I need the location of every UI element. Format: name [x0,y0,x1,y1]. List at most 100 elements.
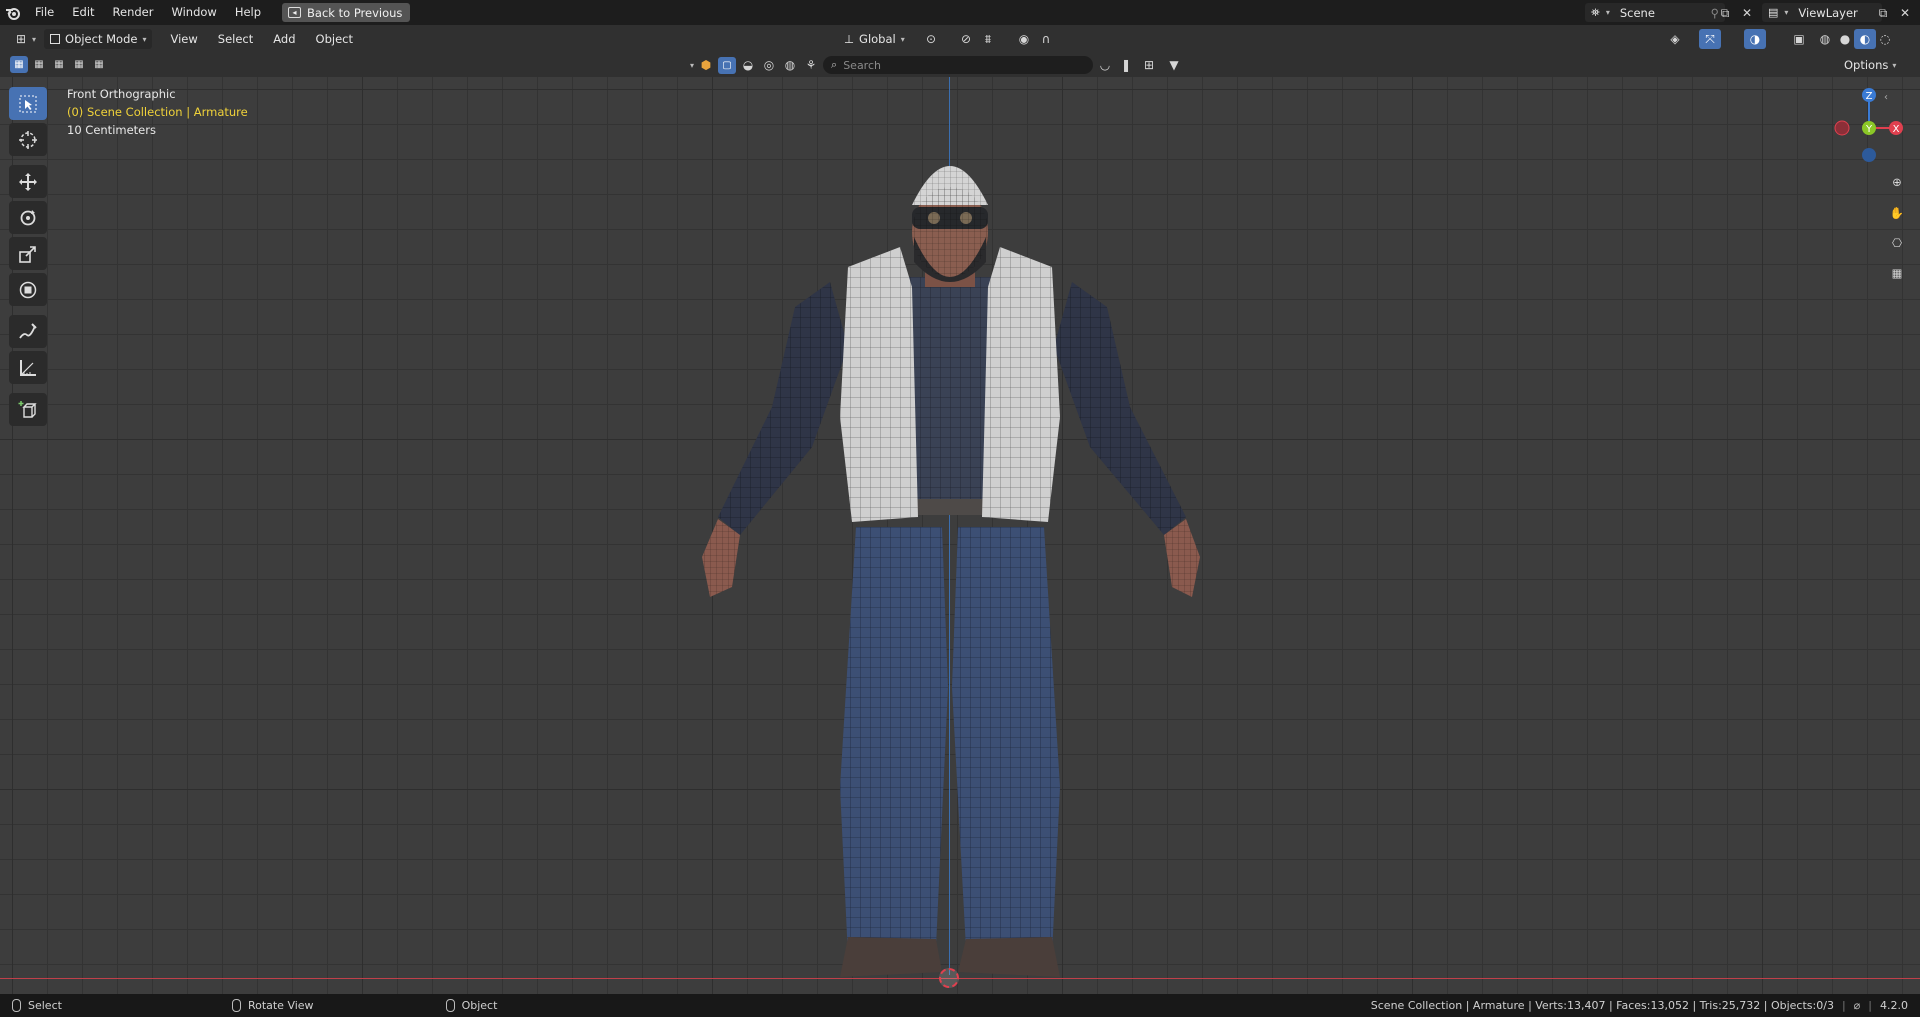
snap-icon[interactable]: ⊘ [955,29,977,49]
new-scene-icon[interactable]: ⧉ [1714,3,1736,23]
mouse-middle-icon [231,999,241,1012]
object-filter-icon[interactable]: ⬢ [697,57,715,74]
filter-world-icon[interactable]: ◍ [781,57,799,74]
options-dropdown[interactable]: Options ▾ [1844,56,1896,74]
sidebar-toggle-icon[interactable]: ‹ [1884,92,1888,103]
measure-ruler-icon [20,359,36,376]
visibility-icon[interactable]: ◈ [1664,29,1686,49]
menu-window[interactable]: Window [162,0,225,25]
pivot-point-icon[interactable]: ⊙ [920,29,942,49]
select-new-icon[interactable]: ▦ [10,56,28,73]
search-icon: ⌕ [831,58,838,71]
chevron-down-icon: ▾ [1605,8,1610,17]
mode-dropdown[interactable]: Object Mode ▾ [44,29,153,49]
select-subtract-icon[interactable]: ▦ [50,56,68,73]
search-input[interactable]: ⌕ Search [823,56,1094,74]
annotate-tool[interactable] [9,315,47,348]
blender-version: 4.2.0 [1880,999,1908,1012]
character-model[interactable] [680,87,1220,987]
scene-name: Scene [1619,5,1655,20]
gizmo-toggle-icon[interactable]: ⤧ [1699,29,1721,49]
collection-path: (0) Scene Collection | Armature [67,105,248,119]
filter-armature-icon[interactable]: ⚘ [802,57,820,74]
select-box-tool[interactable] [9,87,47,120]
measure-tool[interactable] [9,351,47,384]
navigation-gizmo[interactable]: Z X Y [1834,87,1904,165]
delete-viewlayer-icon[interactable]: ✕ [1894,3,1916,23]
rotate-tool[interactable] [9,201,47,234]
status-bar: Select Rotate View Object Scene Collecti… [0,994,1920,1017]
tool-shelf [9,87,47,429]
blender-logo-icon[interactable] [0,0,26,25]
scale-tool[interactable] [9,237,47,270]
move-icon [19,172,37,191]
select-extend-icon[interactable]: ▦ [30,56,48,73]
outliner-filter-group: ▾ ⬢ ▢ ◒ ◎ ◍ ⚘ ⌕ Search ◡ ❚ ⊞ ▼ [690,56,1185,74]
viewlayer-name: ViewLayer [1798,5,1858,20]
bookmark-icon[interactable]: ❚ [1117,57,1135,74]
header-menu-view[interactable]: View [160,32,207,46]
cursor-tool[interactable] [9,123,47,156]
filter-funnel-icon[interactable]: ▼ [1163,57,1185,74]
jeans-mesh [840,527,1060,977]
xray-toggle-icon[interactable]: ▣ [1788,29,1810,49]
svg-text:Y: Y [1865,124,1873,135]
header-menu-select[interactable]: Select [208,32,263,46]
header-menu-add[interactable]: Add [263,32,305,46]
scale-icon [19,245,36,263]
display-mode-icon[interactable]: ⊞ [1138,57,1160,74]
object-mode-icon [50,34,61,44]
menu-render[interactable]: Render [104,0,163,25]
select-invert-icon[interactable]: ▦ [70,56,88,73]
chevron-down-icon: ▾ [1784,8,1789,17]
filter-shading-icon[interactable]: ◎ [760,57,778,74]
menu-help[interactable]: Help [226,0,270,25]
selection-mode-group: ▦ ▦ ▦ ▦ ▦ [10,56,108,73]
back-to-previous-button[interactable]: ◂ Back to Previous [282,3,411,22]
viewlayer-selector[interactable]: ▤ ▾ ViewLayer [1762,3,1882,22]
zoom-icon[interactable]: ⊕ [1884,169,1910,195]
orientation-dropdown[interactable]: ⊥ Global ▾ [838,29,911,49]
gizmo-neg-z-icon [1862,148,1876,162]
pan-hand-icon[interactable]: ✋ [1884,200,1910,226]
chevron-down-icon: ▾ [1892,60,1897,70]
select-intersect-icon[interactable]: ▦ [90,56,108,73]
back-to-previous-label: Back to Previous [307,5,403,20]
status-object-label: Object [461,999,498,1012]
rendered-shading-icon[interactable]: ◌ [1874,29,1896,49]
editor-type-icon[interactable]: ⊞ [10,29,32,49]
clear-search-icon[interactable]: ◡ [1096,57,1114,74]
3d-cursor-icon[interactable] [939,968,959,988]
chevron-down-icon: ▾ [142,34,147,44]
view-name: Front Orthographic [67,87,176,101]
snap-increment-icon[interactable]: ⩩ [977,29,999,49]
camera-view-icon[interactable]: ⎔ [1884,230,1910,256]
scene-selector[interactable]: ⛯ ▾ Scene ⚲ [1585,3,1725,22]
solid-shading-icon[interactable]: ● [1834,29,1856,49]
overlays-toggle-icon[interactable]: ◑ [1744,29,1766,49]
header-menu-object[interactable]: Object [306,32,363,46]
proportional-editing-icon[interactable]: ◉ [1013,29,1035,49]
chevron-down-icon[interactable]: ▾ [690,61,694,70]
new-viewlayer-icon[interactable]: ⧉ [1872,3,1894,23]
move-tool[interactable] [9,165,47,198]
transform-tool[interactable] [9,273,47,306]
filter-mesh-icon[interactable]: ▢ [718,56,737,74]
chevron-down-icon: ▾ [32,34,37,44]
svg-text:Z: Z [1866,91,1873,102]
transform-icon [19,281,37,298]
ortho-grid-icon[interactable]: ▦ [1884,260,1910,286]
menu-file[interactable]: File [26,0,63,25]
filter-material-icon[interactable]: ◒ [739,57,757,74]
wireframe-shading-icon[interactable]: ◍ [1814,29,1836,49]
status-select-label: Select [28,999,62,1012]
add-cube-tool[interactable] [9,393,47,426]
options-label: Options [1844,58,1889,72]
material-preview-shading-icon[interactable]: ◐ [1854,29,1876,49]
falloff-icon[interactable]: ∩ [1035,29,1057,49]
back-arrow-icon: ◂ [288,7,302,18]
delete-scene-icon[interactable]: ✕ [1736,3,1758,23]
menu-edit[interactable]: Edit [63,0,103,25]
3d-viewport[interactable] [0,77,1920,994]
search-placeholder: Search [843,58,881,72]
